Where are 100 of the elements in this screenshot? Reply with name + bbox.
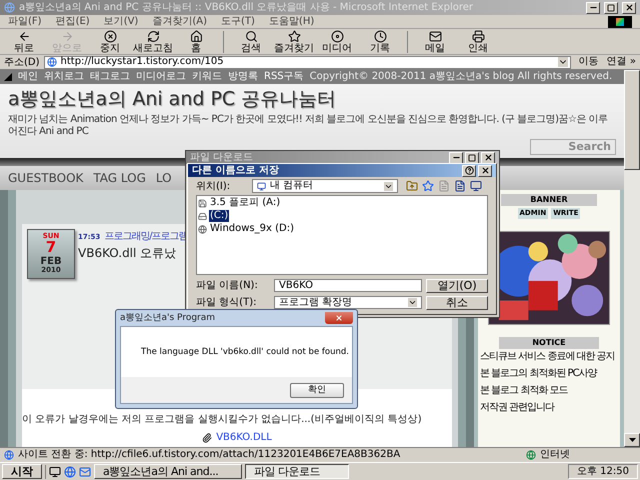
blog-nav-link[interactable]: 미디어로그 xyxy=(136,72,186,82)
favorites-icon xyxy=(288,30,300,42)
clock: 오후 12:50 xyxy=(568,464,638,479)
computer-icon xyxy=(257,182,266,190)
home-icon xyxy=(190,30,202,42)
post-body-text: 이 오류가 날경우에는 저의 프로그램을 실행시킬수가 없습니다...(비주얼베이직의 특성상) xyxy=(22,413,423,427)
toolbar-button[interactable]: 미디어 xyxy=(317,30,357,54)
filetype-dropdown[interactable]: 프로그램 확장명 xyxy=(274,296,422,309)
notice-link[interactable]: 스티큐브 서비스 종료에 대한 공지 xyxy=(480,350,618,362)
menu-item[interactable]: 도구(T) xyxy=(221,16,255,26)
cancel-button[interactable]: 취소 xyxy=(426,296,488,310)
dialog-title: 파일 다운로드 xyxy=(190,152,254,162)
location-label: 위치(I): xyxy=(196,180,232,194)
notice-link[interactable]: 저작권 관련입니다 xyxy=(480,402,618,412)
blog-nav-link[interactable]: 태그로그 xyxy=(90,72,130,82)
blog-tab[interactable]: TAG LOG xyxy=(93,172,146,184)
drive-item[interactable]: (C:) xyxy=(209,210,230,222)
toolbar-button[interactable]: 즐겨찾기 xyxy=(274,30,314,54)
attachment-link[interactable]: VB6KO.DLL xyxy=(216,430,272,445)
menu-item[interactable]: 파일(F) xyxy=(8,16,42,26)
down-arrow-icon xyxy=(628,438,636,442)
notice-link[interactable]: 본 블로그의 최적화된 PC사양 xyxy=(480,368,618,378)
blog-nav-link[interactable]: 키워드 xyxy=(192,72,222,82)
go-button[interactable]: 이동 xyxy=(574,57,603,67)
filename-field[interactable]: VB6KO xyxy=(274,279,422,292)
floppy-icon xyxy=(198,198,207,208)
menu-item[interactable]: 편집(E) xyxy=(56,16,90,26)
toolbar-button[interactable]: 뒤로 xyxy=(4,30,44,54)
address-label: 주소(D) xyxy=(4,56,40,70)
location-dropdown[interactable]: 내 컴퓨터 xyxy=(252,179,398,193)
minimize-button[interactable] xyxy=(449,152,463,164)
ok-button[interactable]: 확인 xyxy=(290,382,344,398)
taskbar-button[interactable]: 파일 다운로드 xyxy=(245,464,349,479)
desktop-icon[interactable] xyxy=(49,466,61,478)
open-button[interactable]: 열기(O) xyxy=(426,278,488,292)
dropdown-arrow-icon xyxy=(384,182,393,190)
copyright-text: Copyright© 2008-2011 a뽕잎소년a's blog All rights reserved. xyxy=(310,72,612,82)
toolbar-button[interactable]: 기록 xyxy=(360,30,400,54)
blog-title: a뽕잎소년a의 Ani and PC 공유나눔터 xyxy=(8,88,338,112)
loading-page-icon xyxy=(4,450,14,460)
menu-item[interactable]: 즐겨찾기(A) xyxy=(152,16,207,26)
drive-item[interactable]: Windows_9x (D:) xyxy=(209,223,295,235)
up-folder-icon[interactable] xyxy=(406,180,418,192)
dialog-title: 다른 이름으로 저장 xyxy=(192,166,280,176)
browser-icon xyxy=(4,2,15,13)
drive-item[interactable]: 3.5 플로피 (A:) xyxy=(209,197,282,209)
maximize-button[interactable] xyxy=(604,2,618,14)
dropdown-arrow-icon xyxy=(408,298,417,307)
search-field[interactable]: Search xyxy=(530,138,616,155)
maximize-button[interactable] xyxy=(465,152,479,164)
page-icon xyxy=(46,57,57,67)
maximize-icon xyxy=(607,4,615,12)
search-icon xyxy=(244,30,258,42)
close-button[interactable] xyxy=(622,2,636,14)
dialog-title: a뽕잎소년a's Program xyxy=(120,314,216,322)
blog-nav-link[interactable]: 방명록 xyxy=(228,72,258,82)
close-icon xyxy=(335,314,343,322)
minimize-button[interactable] xyxy=(586,2,600,14)
maximize-icon xyxy=(468,154,476,162)
month-text: FEB xyxy=(40,257,62,267)
banner-heading: BANNER xyxy=(501,194,597,206)
close-button[interactable] xyxy=(478,164,492,176)
close-button[interactable] xyxy=(481,152,495,164)
mail-icon xyxy=(428,30,442,42)
menu-item[interactable]: 도움말(H) xyxy=(268,16,314,26)
drive-icon xyxy=(198,212,207,220)
toolbar-button[interactable]: 인쇄 xyxy=(458,30,498,54)
scrollbar[interactable] xyxy=(624,70,640,447)
toolbar-button[interactable]: 중지 xyxy=(90,30,130,54)
toolbar-button[interactable]: 메일 xyxy=(415,30,455,54)
help-button[interactable] xyxy=(462,164,476,176)
history-icon xyxy=(374,30,386,42)
mail-launch-icon[interactable] xyxy=(79,466,91,478)
taskbar-button[interactable]: a뽕잎소년a의 Ani and... xyxy=(94,464,242,479)
dropdown-arrow-icon xyxy=(558,57,568,67)
notice-heading: NOTICE xyxy=(499,336,599,348)
toolbar-button[interactable]: 홈 xyxy=(176,30,216,54)
scroll-down-button[interactable] xyxy=(624,433,640,447)
blog-nav-link[interactable]: 메인 xyxy=(18,72,38,82)
close-icon xyxy=(480,166,490,175)
status-text: 사이트 전환 중: http://cfile6.uf.tistory.com/attach/1123201E4B6E7EA8B362BA xyxy=(18,450,402,460)
post-category[interactable]: 프로그래밍/프로그램 xyxy=(104,229,188,244)
back-icon xyxy=(18,30,30,42)
windows-logo-icon xyxy=(608,16,632,28)
blog-nav-link[interactable]: 위치로그 xyxy=(44,72,84,82)
filename-label: 파일 이름(N): xyxy=(196,279,259,293)
blog-tab[interactable]: LO xyxy=(156,172,172,184)
links-label[interactable]: 연결 » xyxy=(606,57,636,67)
zone-text: 인터넷 xyxy=(540,450,571,460)
toolbar-button[interactable]: 검색 xyxy=(231,30,271,54)
start-button[interactable]: 시작 xyxy=(2,464,42,479)
toolbar-button[interactable]: 새로고침 xyxy=(133,30,173,54)
notice-link[interactable]: 본 블로그 최적화 모드 xyxy=(480,384,618,396)
filetype-label: 파일 형식(T): xyxy=(196,296,258,310)
blog-nav-link[interactable]: RSS구독 xyxy=(264,72,304,82)
menu-item[interactable]: 보기(V) xyxy=(104,16,138,26)
blog-tab[interactable]: GUESTBOOK xyxy=(8,172,84,184)
day-text: 7 xyxy=(46,240,56,255)
address-field[interactable]: http://luckystar1.tistory.com/105 xyxy=(44,56,571,68)
media-icon xyxy=(330,30,344,42)
